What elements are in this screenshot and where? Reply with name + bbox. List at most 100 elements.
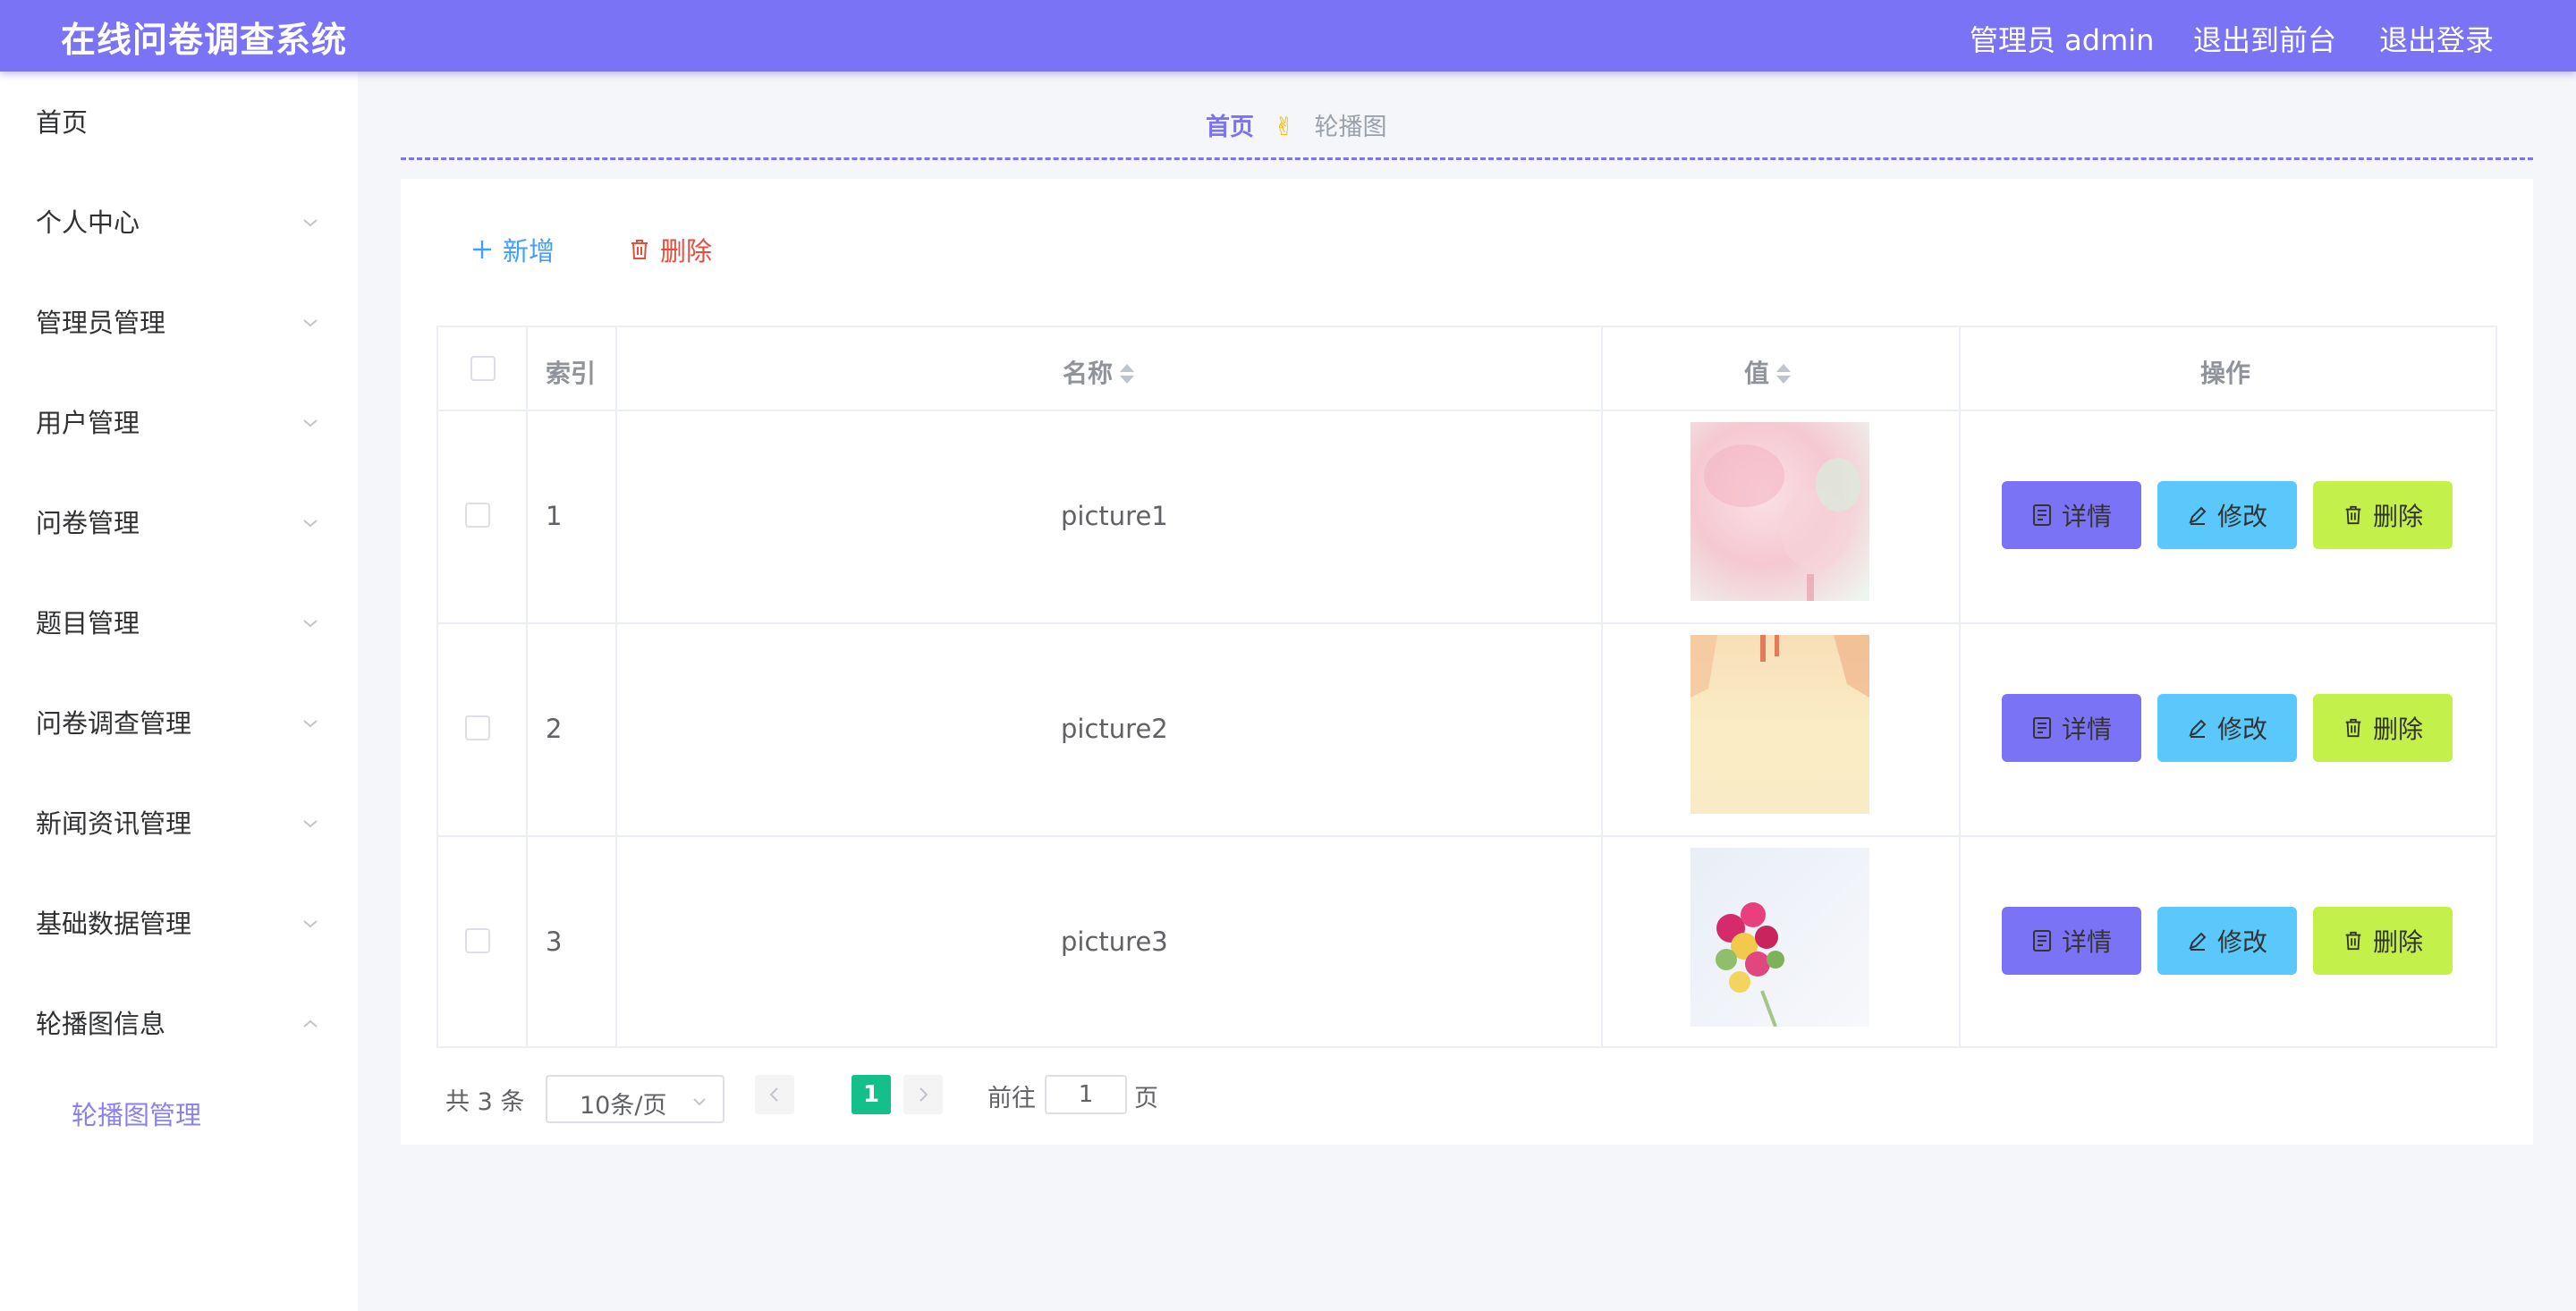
sidebar-item-news-management[interactable]: 新闻资讯管理 <box>0 782 358 862</box>
cream-yellow-image[interactable] <box>1690 635 1869 814</box>
row-divider <box>438 835 2496 837</box>
row-checkbox[interactable] <box>465 715 490 740</box>
sort-icon[interactable] <box>1776 362 1792 387</box>
pencil-icon <box>2189 719 2207 738</box>
breadcrumb-current: 轮播图 <box>1314 114 1387 141</box>
chevron-down-icon <box>303 419 318 427</box>
plus-icon <box>473 241 491 258</box>
edit-button[interactable]: 修改 <box>2157 694 2297 762</box>
goto-label: 前往 <box>987 1085 1036 1112</box>
admin-user-label[interactable]: 管理员 admin <box>1970 18 2154 59</box>
edit-button-label: 修改 <box>2216 927 2267 957</box>
breadcrumb-divider <box>401 157 2533 160</box>
sidebar-subitem-carousel-management[interactable]: 轮播图管理 <box>0 1073 358 1154</box>
breadcrumb: 首页 ✌ 轮播图 <box>1206 107 1386 142</box>
sidebar-item-questionnaire-management[interactable]: 问卷管理 <box>0 481 358 562</box>
row-index: 1 <box>546 501 563 531</box>
trash-icon <box>2345 505 2361 525</box>
sidebar-item-survey-management[interactable]: 问卷调查管理 <box>0 681 358 762</box>
sidebar-item-user-management[interactable]: 用户管理 <box>0 381 358 461</box>
row-index: 2 <box>546 714 563 744</box>
row-name: picture3 <box>1061 926 1168 957</box>
trash-icon <box>2345 931 2361 951</box>
header-value-sortable[interactable]: 值 <box>1744 354 1792 390</box>
add-button[interactable]: 新增 <box>470 231 555 268</box>
next-page-button[interactable] <box>903 1075 943 1114</box>
header-index: 索引 <box>546 359 597 388</box>
pencil-icon <box>2189 932 2207 951</box>
sidebar-item-label: 用户管理 <box>36 408 140 438</box>
header-name-label: 名称 <box>1063 359 1114 388</box>
detail-button-label: 详情 <box>2061 502 2112 531</box>
sidebar-item-label: 轮播图信息 <box>36 1009 166 1039</box>
breadcrumb-home[interactable]: 首页 <box>1206 114 1254 141</box>
prev-page-button[interactable] <box>755 1075 794 1114</box>
chevron-down-icon <box>303 720 318 728</box>
edit-button-label: 修改 <box>2216 502 2267 531</box>
header-name-sortable[interactable]: 名称 <box>1063 354 1135 390</box>
flower-bouquet-image[interactable] <box>1690 848 1869 1027</box>
sidebar-item-label: 首页 <box>36 107 89 138</box>
select-all-checkbox[interactable] <box>470 356 496 381</box>
trash-icon <box>631 240 648 259</box>
pagination-total: 共 3 条 <box>445 1088 525 1116</box>
detail-button-label: 详情 <box>2061 927 2112 957</box>
logout-link[interactable]: 退出登录 <box>2379 18 2494 59</box>
carousel-table: 索引 名称 值 操作 1 picture1 详情 修改 删除 2 picture… <box>436 326 2497 1048</box>
detail-button[interactable]: 详情 <box>2002 907 2141 975</box>
sidebar-item-label: 基础数据管理 <box>36 909 192 939</box>
column-divider <box>1959 327 1961 1046</box>
detail-button[interactable]: 详情 <box>2002 481 2141 549</box>
delete-button[interactable]: 删除 <box>2313 907 2453 975</box>
page-size-select[interactable]: 10条/页 <box>546 1075 724 1123</box>
sidebar-item-personal-center[interactable]: 个人中心 <box>0 181 358 261</box>
chevron-down-icon <box>303 520 318 528</box>
sidebar-item-label: 新闻资讯管理 <box>36 808 192 839</box>
row-name: picture1 <box>1061 501 1168 531</box>
document-icon <box>2032 717 2051 739</box>
sidebar-item-label: 个人中心 <box>36 207 140 238</box>
sidebar-item-admin-management[interactable]: 管理员管理 <box>0 281 358 361</box>
row-name: picture2 <box>1061 714 1168 744</box>
delete-button[interactable]: 删除 <box>2313 481 2453 549</box>
row-index: 3 <box>546 926 563 957</box>
chevron-down-icon <box>303 319 318 327</box>
pencil-icon <box>2189 506 2207 525</box>
content-panel: 新增 删除 索引 名称 值 操作 1 picture1 详情 修改 删除 2 p… <box>401 179 2533 1145</box>
sidebar-item-label: 题目管理 <box>36 608 140 639</box>
row-checkbox[interactable] <box>465 928 490 953</box>
sidebar-subitem-label: 轮播图管理 <box>72 1100 202 1130</box>
sidebar: 首页 个人中心 管理员管理 用户管理 问卷管理 题目管理 问卷调查管理 新闻资讯… <box>0 72 358 1311</box>
sort-icon[interactable] <box>1120 362 1135 387</box>
edit-button[interactable]: 修改 <box>2157 907 2297 975</box>
delete-button[interactable]: 删除 <box>2313 694 2453 762</box>
add-button-label: 新增 <box>503 236 555 266</box>
goto-page-input[interactable] <box>1045 1075 1127 1114</box>
row-checkbox[interactable] <box>465 503 490 528</box>
batch-delete-button[interactable]: 删除 <box>628 231 712 268</box>
current-page-button[interactable]: 1 <box>852 1075 891 1114</box>
pink-floral-image[interactable] <box>1690 422 1869 601</box>
document-icon <box>2032 504 2051 526</box>
chevron-down-icon <box>303 219 318 227</box>
detail-button-label: 详情 <box>2061 715 2112 744</box>
chevron-down-icon <box>303 620 318 628</box>
sidebar-item-home[interactable]: 首页 <box>0 80 358 161</box>
chevron-right-icon <box>919 1087 928 1102</box>
trash-icon <box>2345 718 2361 738</box>
edit-button[interactable]: 修改 <box>2157 481 2297 549</box>
header-actions: 操作 <box>2200 359 2251 388</box>
detail-button[interactable]: 详情 <box>2002 694 2141 762</box>
batch-delete-label: 删除 <box>660 236 713 266</box>
delete-button-label: 删除 <box>2372 502 2423 531</box>
sidebar-item-question-management[interactable]: 题目管理 <box>0 581 358 662</box>
sidebar-item-base-data-management[interactable]: 基础数据管理 <box>0 882 358 962</box>
column-divider <box>526 327 528 1046</box>
exit-to-front-link[interactable]: 退出到前台 <box>2193 18 2336 59</box>
column-divider <box>615 327 617 1046</box>
sidebar-item-carousel-info[interactable]: 轮播图信息 <box>0 982 358 1062</box>
chevron-down-icon <box>303 820 318 828</box>
chevron-down-icon <box>303 920 318 928</box>
document-icon <box>2032 930 2051 952</box>
row-divider <box>438 622 2496 624</box>
